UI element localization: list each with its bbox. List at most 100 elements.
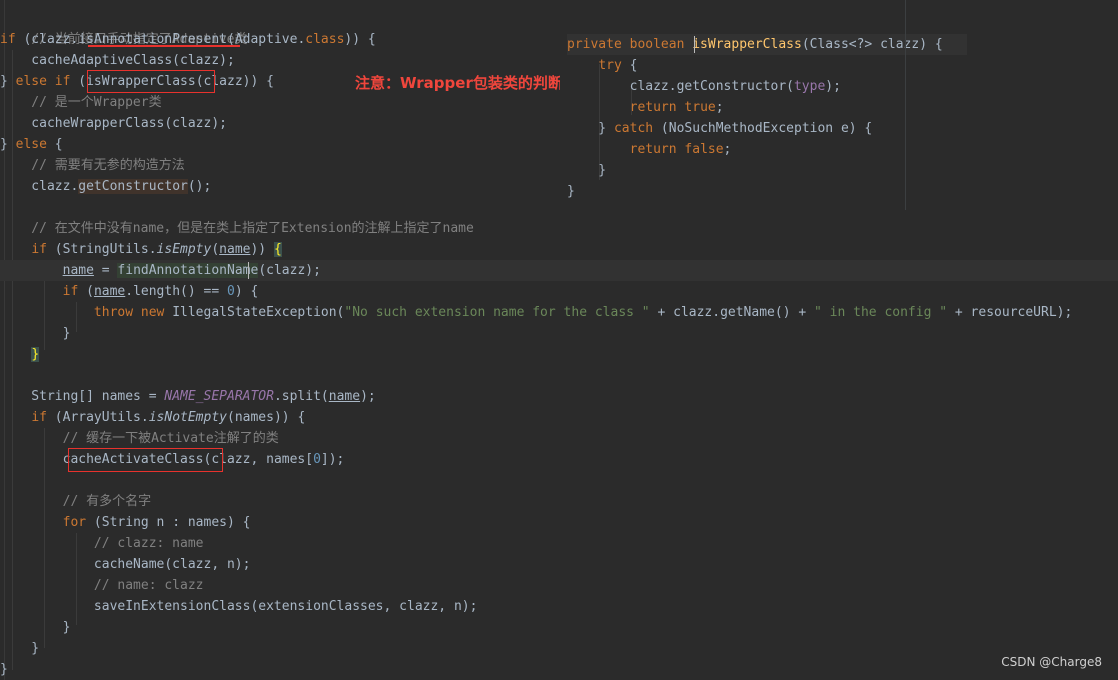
code-line-11[interactable]: // 在文件中没有name，但是在类上指定了Extension的注解上指定了na… <box>0 218 1118 239</box>
code-line-17[interactable]: } <box>0 344 1118 365</box>
code-line-22[interactable]: cacheActivateClass(clazz, names[0]); <box>0 449 1118 470</box>
code-text: { <box>46 137 63 152</box>
code-text: } <box>0 662 8 677</box>
code-line-8[interactable]: // 需要有无参的构造方法 <box>0 155 1118 176</box>
code-text: = <box>93 263 118 278</box>
code-text: } <box>0 641 40 656</box>
code-text: cacheWrapperClass(clazz); <box>0 116 227 131</box>
code-static-method: isEmpty <box>156 242 212 257</box>
code-text: } <box>0 137 16 152</box>
code-text: .split( <box>273 389 329 404</box>
code-line-31[interactable]: } <box>0 638 1118 659</box>
code-text: String[] names = <box>0 389 165 404</box>
code-text: } <box>0 620 71 635</box>
code-text: ( <box>70 74 87 89</box>
code-line-18[interactable] <box>0 365 1118 386</box>
code-text: + clazz.getName() + <box>649 305 815 320</box>
code-keyword: if <box>31 410 47 425</box>
code-text: (Class<?> clazz) { <box>801 37 943 52</box>
code-text: } <box>0 74 16 89</box>
code-line-25[interactable]: for (String n : names) { <box>0 512 1118 533</box>
quick-definition-popup[interactable]: private boolean isWrapperClass(Class<?> … <box>560 32 967 208</box>
popup-line-5[interactable]: } catch (NoSuchMethodException e) { <box>567 118 913 139</box>
popup-line-4[interactable]: return true; <box>567 97 913 118</box>
code-text: ; <box>715 100 724 115</box>
code-string: " in the config " <box>814 305 948 320</box>
code-text: ; <box>723 142 732 157</box>
code-line-6[interactable]: cacheWrapperClass(clazz); <box>0 113 1118 134</box>
code-text: (clazz); <box>258 263 321 278</box>
code-text: (clazz, names[ <box>203 452 314 467</box>
code-text: (NoSuchMethodException e) { <box>653 121 873 136</box>
code-method-call: isWrapperClass <box>86 74 196 89</box>
code-text: cacheName(clazz, n); <box>0 557 251 572</box>
code-text: ); <box>360 389 376 404</box>
code-line-30[interactable]: } <box>0 617 1118 638</box>
code-static-method: isNotEmpty <box>148 410 227 425</box>
code-comment: // 有多个名字 <box>0 494 152 509</box>
code-line-10[interactable] <box>0 197 1118 218</box>
code-text: clazz. <box>0 179 79 194</box>
code-param: name <box>328 389 361 404</box>
code-keyword: if <box>31 242 47 257</box>
code-keyword: return false <box>629 142 724 157</box>
matched-brace: } <box>31 347 40 362</box>
code-line-28[interactable]: // name: clazz <box>0 575 1118 596</box>
code-line-7[interactable]: } else { <box>0 134 1118 155</box>
code-text: ( <box>78 284 94 299</box>
code-text: ); <box>825 79 841 94</box>
annotation-note: 注意：Wrapper包装类的判断 <box>355 74 563 92</box>
code-text: } <box>0 326 71 341</box>
code-line-12[interactable]: if (StringUtils.isEmpty(name)) { <box>0 239 1118 260</box>
code-line-32[interactable]: } <box>0 659 1118 680</box>
popup-line-6[interactable]: return false; <box>567 139 913 160</box>
code-text: (clazz)) { <box>195 74 274 89</box>
code-line-1[interactable]: // 当前接口手动指定了Adaptive类 <box>0 8 1118 47</box>
code-param: name <box>62 263 94 278</box>
code-text: + resourceURL); <box>947 305 1073 320</box>
popup-line-2[interactable]: try { <box>567 55 913 76</box>
code-text: ( <box>211 242 220 257</box>
code-line-29[interactable]: saveInExtensionClass(extensionClasses, c… <box>0 596 1118 617</box>
code-line-14[interactable]: if (name.length() == 0) { <box>0 281 1118 302</box>
code-line-26[interactable]: // clazz: name <box>0 533 1118 554</box>
code-keyword: try <box>598 58 622 73</box>
code-text: } <box>567 163 607 178</box>
code-field: type <box>793 79 826 94</box>
popup-line-3[interactable]: clazz.getConstructor(type); <box>567 76 913 97</box>
code-line-9[interactable]: clazz.getConstructor(); <box>0 176 1118 197</box>
code-text: (); <box>187 179 212 194</box>
code-param: name <box>93 284 126 299</box>
code-line-27[interactable]: cacheName(clazz, n); <box>0 554 1118 575</box>
code-text: )) { <box>344 32 376 47</box>
code-line-13-current[interactable]: name = findAnnotationName(clazz); <box>0 260 1118 281</box>
code-line-16[interactable]: } <box>0 323 1118 344</box>
code-line-23[interactable] <box>0 470 1118 491</box>
code-text: (ArrayUtils. <box>46 410 149 425</box>
code-editor[interactable]: // 当前接口手动指定了Adaptive类 if (clazz.isAnnota… <box>0 0 1118 680</box>
code-comment: // name: clazz <box>0 578 204 593</box>
popup-line-1[interactable]: private boolean isWrapperClass(Class<?> … <box>567 34 967 55</box>
popup-line-8[interactable]: } <box>567 181 913 202</box>
code-line-24[interactable]: // 有多个名字 <box>0 491 1118 512</box>
code-line-19[interactable]: String[] names = NAME_SEPARATOR.split(na… <box>0 386 1118 407</box>
code-line-15[interactable]: throw new IllegalStateException("No such… <box>0 302 1118 323</box>
popup-line-7[interactable]: } <box>567 160 913 181</box>
code-keyword: else <box>15 137 47 152</box>
code-number: 0 <box>227 284 235 299</box>
code-keyword: throw new <box>93 305 165 320</box>
code-text: } <box>567 184 575 199</box>
popup-right-border <box>905 0 906 210</box>
code-line-21[interactable]: // 缓存一下被Activate注解了的类 <box>0 428 1118 449</box>
code-line-5[interactable]: // 是一个Wrapper类 <box>0 92 1118 113</box>
code-line-20[interactable]: if (ArrayUtils.isNotEmpty(names)) { <box>0 407 1118 428</box>
popup-text-caret <box>694 36 695 53</box>
